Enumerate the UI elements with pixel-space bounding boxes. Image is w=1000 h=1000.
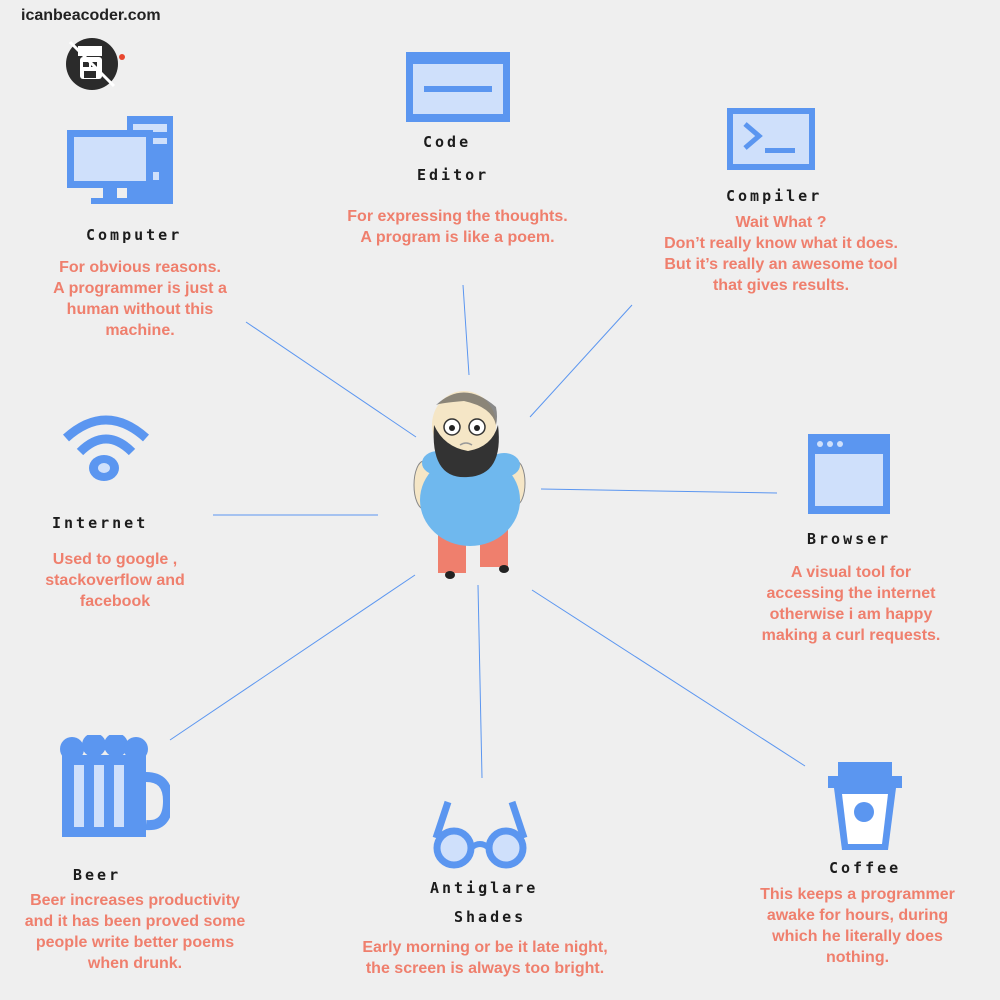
antiglare-description: Early morning or be it late night, the sc…	[362, 939, 608, 977]
computer-icon	[67, 116, 173, 204]
beer-title: Beer	[73, 866, 122, 884]
antiglare-title-line2: Shades	[454, 908, 527, 926]
wifi-icon	[62, 415, 150, 481]
code-editor-title-line1: Code	[423, 133, 472, 151]
connector-computer	[245, 321, 417, 438]
computer-description: For obvious reasons. A programmer is just…	[53, 259, 227, 339]
computer-title: Computer	[86, 226, 183, 244]
connector-code-editor	[462, 284, 470, 376]
internet-title: Internet	[52, 514, 149, 532]
code-editor-title-line2: Editor	[417, 166, 490, 184]
compiler-description: Wait What ? Don’t really know what it doe…	[664, 214, 898, 294]
glasses-icon	[432, 800, 528, 869]
antiglare-title-line1: Antiglare	[430, 879, 539, 897]
code-editor-description: For expressing the thoughts. A program is…	[347, 208, 568, 246]
coffee-cup-icon	[828, 762, 902, 850]
compiler-title: Compiler	[726, 187, 823, 205]
connector-browser	[540, 488, 778, 494]
browser-window-icon	[808, 434, 890, 514]
beer-mug-icon	[60, 735, 170, 837]
browser-title: Browser	[807, 530, 892, 548]
browser-description: A visual tool for accessing the internet o…	[761, 564, 941, 644]
coffee-description: This keeps a programmer awake for hours, …	[760, 886, 955, 966]
connector-antiglare	[477, 584, 483, 779]
coffee-title: Coffee	[829, 859, 902, 877]
connector-compiler	[529, 304, 633, 418]
beer-description: Beer increases productivity and it has be…	[24, 892, 246, 972]
code-editor-icon	[406, 52, 510, 122]
terminal-icon	[727, 108, 815, 170]
internet-description: Used to google , stackoverflow and faceboo…	[45, 551, 185, 610]
programmer-illustration	[413, 391, 526, 579]
